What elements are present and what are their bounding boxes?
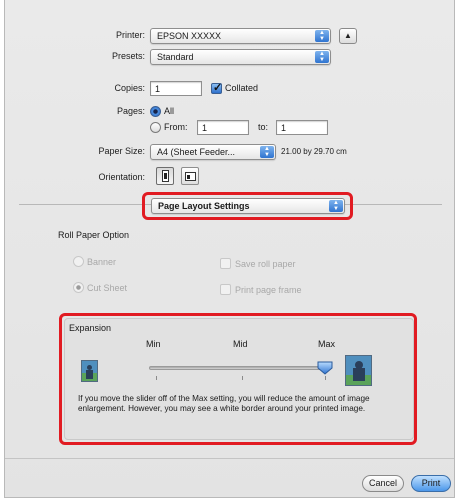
pages-from-radio[interactable] [150, 122, 161, 133]
save-roll-paper-label: Save roll paper [235, 259, 296, 269]
panel-menu-highlight [142, 192, 353, 220]
pages-all-radio[interactable] [150, 106, 161, 117]
orientation-portrait-button[interactable] [156, 167, 174, 185]
print-button[interactable]: Print [411, 475, 451, 492]
popup-arrows-icon: ▲ ▼ [315, 51, 329, 63]
paper-size-label: Paper Size: [98, 146, 145, 156]
pages-all-label: All [164, 106, 175, 116]
paper-size-popup[interactable]: A4 (Sheet Feeder... ▲ ▼ [150, 144, 276, 160]
footer-separator [5, 458, 454, 459]
print-page-frame-checkbox[interactable] [220, 284, 231, 295]
collated-label: Collated [225, 83, 259, 93]
banner-radio[interactable] [73, 256, 84, 267]
cut-sheet-label: Cut Sheet [87, 283, 128, 293]
pages-to-label: to: [258, 122, 269, 132]
paper-size-value: A4 (Sheet Feeder... [157, 147, 236, 157]
pages-to-field[interactable]: 1 [276, 120, 328, 135]
presets-value: Standard [157, 52, 194, 62]
cancel-button[interactable]: Cancel [362, 475, 404, 492]
printer-popup[interactable]: EPSON XXXXX ▲ ▼ [150, 28, 331, 44]
triangle-up-icon: ▲ [344, 31, 352, 40]
printer-label: Printer: [115, 30, 145, 40]
portrait-figure-icon [164, 173, 167, 179]
roll-paper-title: Roll Paper Option [58, 230, 130, 240]
presets-label: Presets: [111, 51, 145, 61]
paper-dimensions: 21.00 by 29.70 cm [281, 147, 347, 156]
copies-field[interactable]: 1 [150, 81, 202, 96]
printer-value: EPSON XXXXX [157, 31, 222, 41]
pages-label: Pages: [116, 106, 145, 116]
pages-from-field[interactable]: 1 [197, 120, 249, 135]
popup-arrows-icon: ▲ ▼ [315, 30, 329, 42]
expansion-highlight [59, 313, 417, 445]
collated-checkbox[interactable] [211, 81, 222, 94]
orientation-label: Orientation: [98, 172, 145, 182]
presets-popup[interactable]: Standard ▲ ▼ [150, 49, 331, 65]
print-page-frame-label: Print page frame [235, 285, 302, 295]
banner-label: Banner [87, 257, 117, 267]
popup-arrows-icon: ▲ ▼ [260, 146, 274, 158]
cut-sheet-radio[interactable] [73, 282, 84, 293]
print-dialog: Printer: EPSON XXXXX ▲ ▼ ▲ Presets: Stand… [4, 0, 455, 498]
orientation-landscape-button[interactable] [181, 167, 199, 185]
landscape-figure-icon [187, 175, 190, 179]
disclosure-button[interactable]: ▲ [339, 28, 357, 44]
save-roll-paper-checkbox[interactable] [220, 258, 231, 269]
pages-from-label: From: [164, 122, 188, 132]
copies-label: Copies: [114, 83, 145, 93]
